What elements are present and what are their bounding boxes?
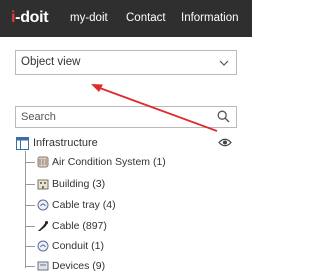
nav-information[interactable]: Information: [181, 12, 239, 25]
tree-item-label: Conduit (1): [52, 240, 104, 252]
tree-root-infrastructure[interactable]: Infrastructure: [16, 136, 238, 152]
cable-tray-icon: [37, 199, 49, 211]
building-icon: [37, 179, 49, 190]
aircon-icon: [37, 156, 49, 168]
tree-item-cable[interactable]: Cable (897): [37, 219, 237, 235]
tree-item-label: Air Condition System (1): [52, 156, 166, 168]
search-icon[interactable]: [217, 110, 230, 123]
top-nav-bar: i-doit my-doit Contact Information: [0, 0, 252, 37]
tree-item-label: Cable (897): [52, 220, 107, 232]
devices-icon: [37, 261, 49, 271]
tree-item-label: Devices (9): [52, 260, 106, 272]
tree-item-building[interactable]: Building (3): [37, 177, 237, 193]
tree-item-label: Cable tray (4): [52, 199, 116, 211]
nav-my-doit[interactable]: my-doit: [70, 12, 108, 25]
object-view-select[interactable]: Object view: [15, 50, 237, 75]
tree-search: [15, 106, 237, 128]
search-input[interactable]: [16, 107, 212, 127]
nav-contact[interactable]: Contact: [126, 12, 166, 25]
tree-item-label: Building (3): [52, 178, 106, 190]
conduit-icon: [37, 240, 49, 252]
infrastructure-icon: [16, 137, 29, 150]
idoit-logo[interactable]: i-doit: [11, 9, 49, 27]
cable-icon: [38, 221, 48, 231]
eye-icon[interactable]: [218, 137, 232, 148]
tree-item-conduit[interactable]: Conduit (1): [37, 239, 237, 255]
tree-item-air-condition-system[interactable]: Air Condition System (1): [37, 155, 237, 171]
logo-text: doit: [20, 9, 49, 26]
tree-item-devices[interactable]: Devices (9): [37, 259, 237, 275]
tree-item-cable-tray[interactable]: Cable tray (4): [37, 198, 237, 214]
chevron-down-icon: [219, 60, 229, 66]
object-view-selected-value: Object view: [21, 56, 81, 68]
tree-root-label: Infrastructure: [33, 137, 98, 149]
